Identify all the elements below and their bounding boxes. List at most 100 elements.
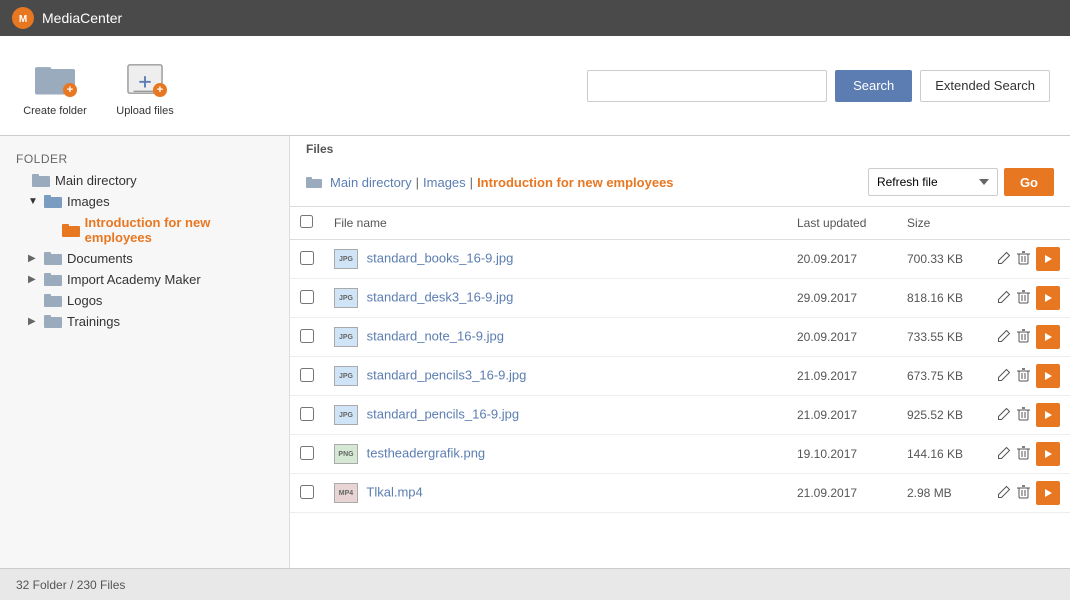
row-checkbox[interactable]	[300, 407, 314, 421]
edit-button[interactable]	[997, 368, 1011, 385]
edit-button[interactable]	[997, 407, 1011, 424]
file-name-link[interactable]: standard_pencils3_16-9.jpg	[367, 367, 527, 382]
folder-open-icon	[44, 194, 62, 209]
create-folder-label: Create folder	[23, 105, 87, 117]
edit-button[interactable]	[997, 446, 1011, 463]
play-icon	[1043, 371, 1053, 381]
breadcrumb-current: Introduction for new employees	[477, 175, 673, 190]
search-input[interactable]	[587, 70, 827, 102]
trash-icon	[1017, 368, 1030, 382]
row-actions-cell	[987, 318, 1070, 357]
row-actions	[997, 247, 1060, 271]
sidebar-item-label: Logos	[67, 293, 102, 308]
statusbar-text: 32 Folder / 230 Files	[16, 578, 125, 592]
row-date-cell: 20.09.2017	[787, 240, 897, 279]
delete-button[interactable]	[1017, 446, 1030, 463]
sidebar-item-trainings[interactable]: ▶ Trainings	[0, 311, 289, 332]
row-actions	[997, 325, 1060, 349]
play-button[interactable]	[1036, 403, 1060, 427]
row-size-cell: 733.55 KB	[897, 318, 987, 357]
play-button[interactable]	[1036, 442, 1060, 466]
delete-button[interactable]	[1017, 368, 1030, 385]
create-folder-plus-icon: +	[63, 83, 77, 97]
row-checkbox[interactable]	[300, 329, 314, 343]
trash-icon	[1017, 485, 1030, 499]
file-table-body: JPG standard_books_16-9.jpg 20.09.2017 7…	[290, 240, 1070, 513]
sidebar-item-logos[interactable]: Logos	[0, 290, 289, 311]
row-size-cell: 673.75 KB	[897, 357, 987, 396]
play-button[interactable]	[1036, 247, 1060, 271]
row-checkbox[interactable]	[300, 290, 314, 304]
sidebar-item-label: Documents	[67, 251, 133, 266]
delete-button[interactable]	[1017, 407, 1030, 424]
breadcrumb-sep-1: |	[416, 175, 419, 190]
row-date-cell: 21.09.2017	[787, 357, 897, 396]
row-actions-cell	[987, 474, 1070, 513]
file-type-badge: MP4	[334, 483, 358, 503]
search-button[interactable]: Search	[835, 70, 912, 102]
table-row: JPG standard_pencils3_16-9.jpg 21.09.201…	[290, 357, 1070, 396]
play-button[interactable]	[1036, 364, 1060, 388]
upload-files-icon-wrap: +	[121, 55, 169, 103]
folder-icon	[44, 251, 62, 266]
delete-button[interactable]	[1017, 329, 1030, 346]
row-actions-cell	[987, 279, 1070, 318]
delete-button[interactable]	[1017, 251, 1030, 268]
breadcrumb-images[interactable]: Images	[423, 175, 466, 190]
sidebar-item-import-academy[interactable]: ▶ Import Academy Maker	[0, 269, 289, 290]
row-name-cell: JPG standard_pencils3_16-9.jpg	[324, 357, 787, 396]
row-date-cell: 21.09.2017	[787, 474, 897, 513]
file-name-link[interactable]: testheadergrafik.png	[367, 445, 486, 460]
sidebar-item-documents[interactable]: ▶ Documents	[0, 248, 289, 269]
file-name-link[interactable]: standard_note_16-9.jpg	[367, 328, 504, 343]
folder-icon	[44, 272, 62, 287]
pencil-icon	[997, 251, 1011, 265]
main-layout: Folder Main directory ▼ Images Introduct…	[0, 136, 1070, 568]
breadcrumb-folder-icon	[306, 176, 322, 189]
pencil-icon	[997, 485, 1011, 499]
row-check-cell	[290, 357, 324, 396]
breadcrumb-main-directory[interactable]: Main directory	[330, 175, 412, 190]
create-folder-button[interactable]: + Create folder	[20, 55, 90, 117]
row-checkbox[interactable]	[300, 485, 314, 499]
file-type-badge: JPG	[334, 249, 358, 269]
sidebar-item-label: Images	[67, 194, 110, 209]
play-icon	[1043, 293, 1053, 303]
sidebar-item-introduction[interactable]: Introduction for new employees	[0, 212, 289, 248]
play-icon	[1043, 410, 1053, 420]
upload-files-button[interactable]: + Upload files	[110, 55, 180, 117]
go-button[interactable]: Go	[1004, 168, 1054, 196]
row-date-cell: 21.09.2017	[787, 396, 897, 435]
row-checkbox[interactable]	[300, 446, 314, 460]
toolbar: + Create folder + Upload files Search Ex…	[0, 36, 1070, 136]
row-size-cell: 2.98 MB	[897, 474, 987, 513]
extended-search-button[interactable]: Extended Search	[920, 70, 1050, 102]
sidebar-item-main-directory[interactable]: Main directory	[0, 170, 289, 191]
edit-button[interactable]	[997, 251, 1011, 268]
arrow-down-icon: ▼	[28, 196, 42, 207]
pencil-icon	[997, 329, 1011, 343]
row-checkbox[interactable]	[300, 368, 314, 382]
file-type-badge: PNG	[334, 444, 358, 464]
sidebar-item-images[interactable]: ▼ Images	[0, 191, 289, 212]
th-date: Last updated	[787, 207, 897, 240]
delete-button[interactable]	[1017, 485, 1030, 502]
select-all-checkbox[interactable]	[300, 215, 313, 228]
row-checkbox[interactable]	[300, 251, 314, 265]
edit-button[interactable]	[997, 329, 1011, 346]
file-name-link[interactable]: Tlkal.mp4	[366, 484, 422, 499]
play-button[interactable]	[1036, 481, 1060, 505]
play-button[interactable]	[1036, 325, 1060, 349]
delete-button[interactable]	[1017, 290, 1030, 307]
refresh-select[interactable]: Refresh file	[868, 168, 998, 196]
svg-text:M: M	[19, 14, 27, 25]
table-row: JPG standard_note_16-9.jpg 20.09.2017 73…	[290, 318, 1070, 357]
file-name-link[interactable]: standard_desk3_16-9.jpg	[367, 289, 514, 304]
folder-icon	[62, 223, 80, 238]
file-type-badge: JPG	[334, 366, 358, 386]
file-name-link[interactable]: standard_books_16-9.jpg	[367, 250, 514, 265]
file-name-link[interactable]: standard_pencils_16-9.jpg	[367, 406, 520, 421]
edit-button[interactable]	[997, 485, 1011, 502]
edit-button[interactable]	[997, 290, 1011, 307]
play-button[interactable]	[1036, 286, 1060, 310]
